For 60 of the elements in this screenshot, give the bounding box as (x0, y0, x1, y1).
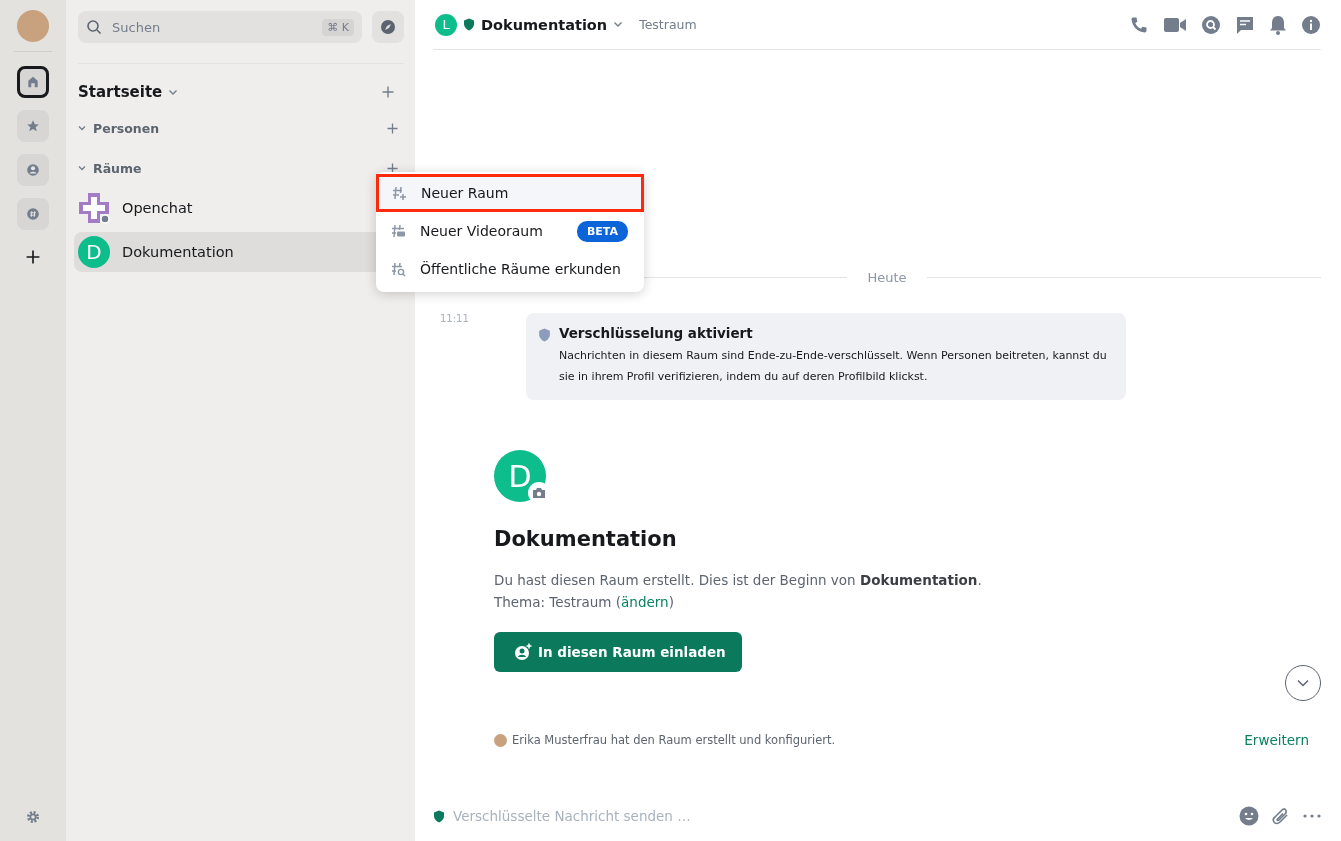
notice-text: Nachrichten in diesem Raum sind Ende-zu-Ende-verschlüsselt. Wenn Personen beitreten, kannst du sie in ihrem Profil verifizieren, indem du auf deren Profilbild klickst. (559, 348, 1108, 385)
room-topic: Testraum (639, 17, 697, 32)
paperclip-icon[interactable] (1271, 806, 1291, 826)
threads-icon[interactable] (1235, 14, 1255, 35)
hash-icon (26, 205, 40, 223)
section-header[interactable]: Personen (78, 120, 160, 136)
room-name-heading: Dokumentation (494, 527, 678, 551)
shield-icon (463, 18, 475, 31)
camera-icon[interactable] (532, 487, 546, 499)
room-avatar: D (78, 236, 110, 268)
shield-icon (538, 328, 551, 342)
room-avatar-drawing (78, 192, 110, 224)
shortcut-hint: ⌘ K (322, 18, 354, 36)
room-title[interactable]: Dokumentation (481, 16, 608, 33)
jump-to-bottom-button[interactable] (1285, 665, 1321, 701)
chevron-icon (78, 124, 86, 132)
chevron-icon (78, 164, 86, 172)
summary-text: Erika Musterfrau hat den Raum erstellt und konfiguriert. (512, 733, 836, 747)
intro-text: Du hast diesen Raum erstellt. Dies ist der Beginn von Dokumentation. (494, 571, 983, 590)
beta-badge: BETA (576, 220, 628, 242)
settings-icon[interactable] (25, 809, 41, 825)
info-icon[interactable] (1301, 14, 1321, 35)
room-name: Openchat (122, 200, 193, 216)
notice-title: Verschlüsselung aktiviert (559, 325, 754, 341)
topic-text: Thema: Testraum (ändern) (494, 593, 675, 612)
chevron-down-icon (613, 21, 624, 28)
space-button[interactable] (17, 66, 49, 98)
section-header[interactable]: Räume (78, 160, 142, 176)
change-topic-link[interactable]: ändern (621, 594, 669, 610)
room-name: Dokumentation (122, 244, 234, 260)
emoji-icon[interactable] (1239, 806, 1259, 826)
room-avatar: L (435, 13, 457, 36)
search-input[interactable]: Suchen (110, 18, 315, 36)
menu-item[interactable]: Neuer Raum (376, 174, 644, 212)
person-icon (26, 161, 40, 179)
date-separator: Heute (866, 270, 908, 285)
search-icon[interactable] (1201, 14, 1221, 35)
hash-search-icon (390, 261, 406, 277)
invite-button[interactable]: In diesen Raum einladen (494, 632, 742, 672)
timestamp: 11:11 (440, 313, 469, 324)
hash-plus-icon (391, 185, 407, 201)
chevron-down-icon (1297, 679, 1309, 687)
plus-icon (382, 86, 394, 98)
plus-icon (387, 162, 398, 174)
plus-icon (387, 122, 398, 134)
video-camera-icon[interactable] (1163, 15, 1187, 34)
chevron-down-icon (168, 88, 179, 96)
person-plus-icon (514, 643, 532, 661)
more-icon[interactable] (1303, 814, 1321, 818)
plus-icon (26, 250, 40, 264)
search-icon (86, 19, 102, 35)
explore-button[interactable] (372, 11, 404, 43)
user-avatar (494, 733, 507, 747)
hash-video-icon (390, 223, 406, 239)
add-space-button[interactable] (26, 250, 40, 264)
shield-icon (433, 809, 445, 823)
home-title[interactable]: Startseite (78, 83, 163, 101)
expand-link[interactable]: Erweitern (1244, 732, 1309, 748)
compass-icon (380, 19, 396, 35)
bell-icon[interactable] (1269, 14, 1287, 35)
